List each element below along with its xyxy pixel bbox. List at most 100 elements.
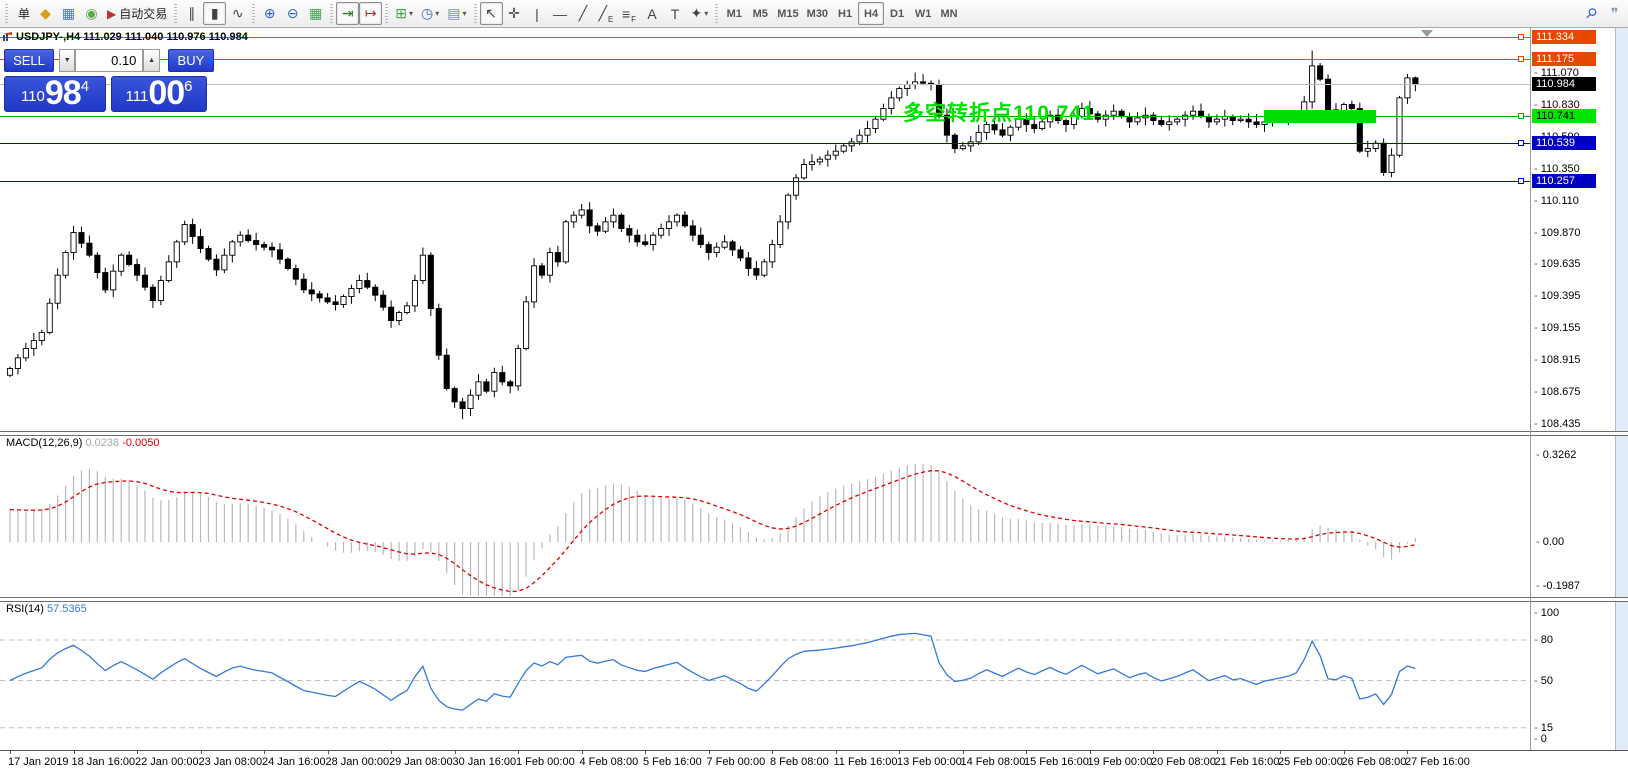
rsi-value: 57.5365 (47, 603, 87, 615)
time-label: 25 Feb 00:00 (1278, 756, 1343, 768)
time-label: 11 Feb 16:00 (834, 756, 898, 768)
volume-step-down[interactable]: ▼ (59, 49, 75, 72)
price-tick: 109.395 (1534, 290, 1581, 302)
price-tick: 108.675 (1534, 386, 1581, 398)
time-tick (10, 751, 11, 754)
time-label: 21 Feb 16:00 (1215, 756, 1280, 768)
time-tick (963, 751, 964, 754)
rsi-axis-label: 0 (1534, 733, 1547, 745)
horizontal-line-111.175[interactable] (0, 59, 1530, 60)
line-handle[interactable] (1518, 56, 1524, 62)
time-label: 15 Feb 16:00 (1024, 756, 1089, 768)
price-tick: 108.435 (1534, 418, 1581, 430)
price-tick: 109.870 (1534, 227, 1581, 239)
sell-price-big: 98 (45, 76, 81, 110)
time-label: 27 Feb 16:00 (1405, 756, 1470, 768)
line-handle[interactable] (1518, 178, 1524, 184)
chart-shift-marker[interactable] (1421, 30, 1433, 37)
time-label: 19 Feb 00:00 (1088, 756, 1153, 768)
price-badge-110.257: 110.257 (1532, 174, 1596, 188)
price-badge-111.334: 111.334 (1532, 30, 1596, 44)
time-label: 4 Feb 08:00 (580, 756, 639, 768)
time-tick (582, 751, 583, 754)
time-tick (1153, 751, 1154, 754)
rsi-axis-label: 80 (1534, 634, 1553, 646)
time-tick (836, 751, 837, 754)
buy-price-sup: 6 (184, 79, 192, 94)
time-tick (74, 751, 75, 754)
price-tick: 110.110 (1534, 195, 1579, 207)
time-label: 17 Jan 2019 (8, 756, 69, 768)
sell-price-tile[interactable]: 110 98 4 (4, 76, 106, 112)
macd-axis-label: 0.3262 (1534, 449, 1576, 461)
time-label: 18 Jan 16:00 (72, 756, 136, 768)
sell-price-sup: 4 (81, 79, 89, 94)
rsi-axis-label: 50 (1534, 675, 1553, 687)
buy-price-big: 00 (148, 76, 184, 110)
buy-price-tile[interactable]: 111 00 6 (111, 76, 207, 112)
line-handle[interactable] (1518, 34, 1524, 40)
time-tick (137, 751, 138, 754)
macd-label: MACD(12,26,9) 0.0238 -0.0050 (6, 437, 160, 449)
sell-button[interactable]: SELL (4, 49, 54, 72)
window-scrollbar[interactable] (1615, 28, 1628, 773)
time-label: 29 Jan 08:00 (389, 756, 453, 768)
time-tick (264, 751, 265, 754)
time-label: 8 Feb 08:00 (770, 756, 829, 768)
chart-title: USDJPY-,H4 111.029 111.040 110.976 110.9… (16, 31, 248, 43)
horizontal-line-110.539[interactable] (0, 143, 1530, 144)
time-tick (455, 751, 456, 754)
separator-macd-rsi[interactable] (0, 597, 1628, 602)
volume-step-up[interactable]: ▲ (143, 49, 159, 72)
time-label: 24 Jan 16:00 (262, 756, 326, 768)
green-zone-rect[interactable] (1264, 110, 1376, 123)
time-tick (391, 751, 392, 754)
time-tick (1407, 751, 1408, 754)
time-tick (899, 751, 900, 754)
time-tick (201, 751, 202, 754)
search-icon[interactable]: ⚲ (1580, 2, 1603, 25)
horizontal-line-110.257[interactable] (0, 181, 1530, 182)
pivot-annotation: 多空转折点110.741 (903, 97, 1095, 127)
time-label: 7 Feb 00:00 (707, 756, 766, 768)
time-tick (709, 751, 710, 754)
line-handle[interactable] (1518, 113, 1524, 119)
price-badge-111.175: 111.175 (1532, 52, 1596, 66)
mt4-window: 单◆▦◉▶自动交易∥▮∿⊕⊖▦⇥↦⊞▾◷▾▤▾↖✛|—╱╱E≡FAT✦▾M1M5… (0, 0, 1628, 773)
line-handle[interactable] (1518, 140, 1524, 146)
price-badge-110.984: 110.984 (1532, 77, 1596, 91)
price-tick: 109.635 (1534, 258, 1581, 270)
time-label: 23 Jan 08:00 (199, 756, 263, 768)
rsi-label: RSI(14) 57.5365 (6, 603, 87, 615)
price-axis-border (1530, 28, 1531, 750)
price-tick: 108.915 (1534, 354, 1581, 366)
time-label: 20 Feb 08:00 (1151, 756, 1216, 768)
price-badge-110.539: 110.539 (1532, 136, 1596, 150)
macd-name: MACD(12,26,9) (6, 437, 82, 449)
one-click-trading-panel: SELL ▼ ▲ BUY 110 98 4 111 00 6 (4, 49, 214, 112)
time-label: 22 Jan 00:00 (135, 756, 199, 768)
horizontal-line-110.984[interactable] (0, 84, 1530, 85)
time-tick (1280, 751, 1281, 754)
time-label: 28 Jan 00:00 (326, 756, 390, 768)
macd-signal-value: -0.0050 (122, 437, 159, 449)
separator-main-macd[interactable] (0, 431, 1628, 436)
rsi-axis-label: 15 (1534, 722, 1553, 734)
rsi-name: RSI(14) (6, 603, 44, 615)
time-tick (518, 751, 519, 754)
rsi-axis-label: 100 (1534, 607, 1559, 619)
price-tick: 109.155 (1534, 322, 1581, 334)
time-tick (645, 751, 646, 754)
time-label: 30 Jan 16:00 (453, 756, 517, 768)
volume-input[interactable] (75, 49, 143, 72)
time-axis: 17 Jan 201918 Jan 16:0022 Jan 00:0023 Ja… (0, 750, 1628, 773)
time-label: 1 Feb 00:00 (516, 756, 575, 768)
time-tick (1090, 751, 1091, 754)
time-tick (1217, 751, 1218, 754)
time-tick (328, 751, 329, 754)
chat-icon[interactable]: ❞ (1603, 2, 1626, 25)
time-tick (1344, 751, 1345, 754)
buy-button[interactable]: BUY (168, 49, 214, 72)
time-label: 5 Feb 16:00 (643, 756, 702, 768)
time-label: 13 Feb 00:00 (897, 756, 962, 768)
